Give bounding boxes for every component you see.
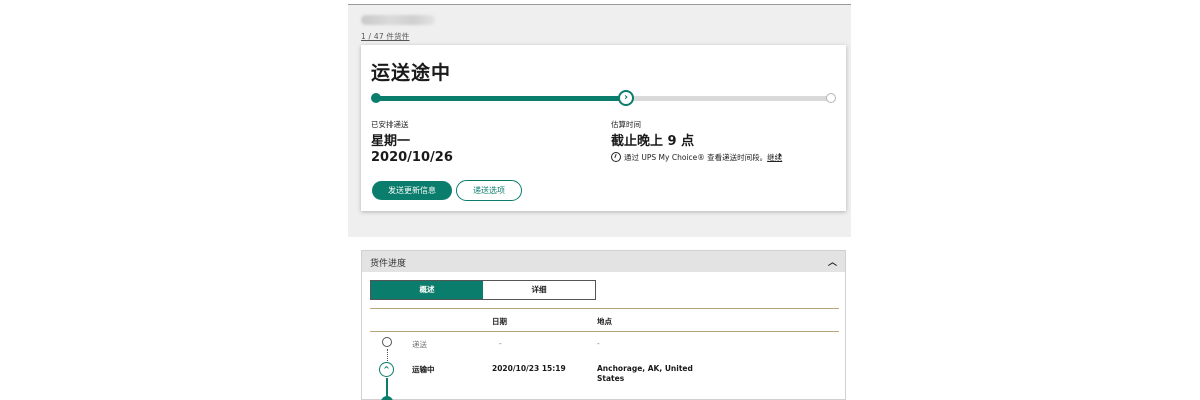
progress-section-title: 货件进度 bbox=[370, 259, 407, 269]
chevron-right-icon: › bbox=[618, 90, 634, 106]
row-transit-status: 运输中 bbox=[412, 365, 435, 374]
table-top-divider bbox=[370, 308, 839, 309]
column-header-location: 地点 bbox=[597, 317, 612, 326]
progress-track bbox=[375, 96, 830, 101]
scheduled-delivery-label: 已安排递送 bbox=[371, 120, 409, 129]
progress-header[interactable]: 货件进度 ︿ bbox=[362, 251, 845, 272]
status-title: 运送途中 bbox=[371, 62, 452, 84]
shipment-status-card: 运送途中 › 已安排递送 星期一 2020/10/26 估算时间 截止晚上 9 … bbox=[361, 45, 846, 211]
timeline-dotted-connector bbox=[386, 349, 388, 361]
row-delivered-status: 递送 bbox=[412, 340, 427, 349]
view-toggle: 概述 详细 bbox=[370, 280, 596, 300]
scheduled-day: 星期一 bbox=[371, 134, 411, 149]
progress-end-dot bbox=[826, 93, 836, 103]
row-delivered-date: - bbox=[499, 339, 502, 348]
row-transit-date: 2020/10/23 15:19 bbox=[492, 364, 566, 373]
timeline-pending-dot bbox=[382, 337, 392, 347]
send-updates-button[interactable]: 发送更新信息 bbox=[372, 181, 452, 200]
estimate-label: 估算时间 bbox=[611, 120, 641, 129]
delivery-options-button[interactable]: 递送选项 bbox=[456, 180, 522, 201]
redacted-tracking-number bbox=[361, 15, 435, 25]
progress-start-dot bbox=[371, 93, 381, 103]
scheduled-date: 2020/10/26 bbox=[371, 150, 453, 165]
row-transit-location-line2: States bbox=[597, 374, 625, 383]
chevron-up-icon[interactable]: ︿ bbox=[828, 255, 837, 268]
table-header-divider bbox=[370, 331, 839, 332]
my-choice-message: 通过 UPS My Choice® 查看递送时间段。 bbox=[624, 153, 768, 162]
progress-fill bbox=[375, 96, 626, 101]
shipment-progress-card: 货件进度 ︿ 概述 详细 日期 地点 递送 - - ^ 运输中 2020/10/… bbox=[361, 250, 846, 400]
tab-overview[interactable]: 概述 bbox=[371, 281, 483, 299]
row-delivered-location: - bbox=[597, 339, 600, 348]
chevron-right-icon[interactable]: › bbox=[778, 150, 782, 161]
row-transit-location-line1: Anchorage, AK, United bbox=[597, 364, 693, 373]
estimate-value: 截止晚上 9 点 bbox=[611, 134, 695, 149]
chevron-up-icon: ^ bbox=[379, 362, 394, 377]
timeline-next-dot bbox=[381, 396, 393, 400]
package-count-link[interactable]: 1 / 47 件货件 bbox=[361, 31, 410, 42]
clock-icon bbox=[611, 152, 621, 162]
my-choice-text: 通过 UPS My Choice® 查看递送时间段。继续 bbox=[624, 152, 782, 163]
column-header-date: 日期 bbox=[492, 317, 507, 326]
tab-details[interactable]: 详细 bbox=[483, 281, 595, 299]
